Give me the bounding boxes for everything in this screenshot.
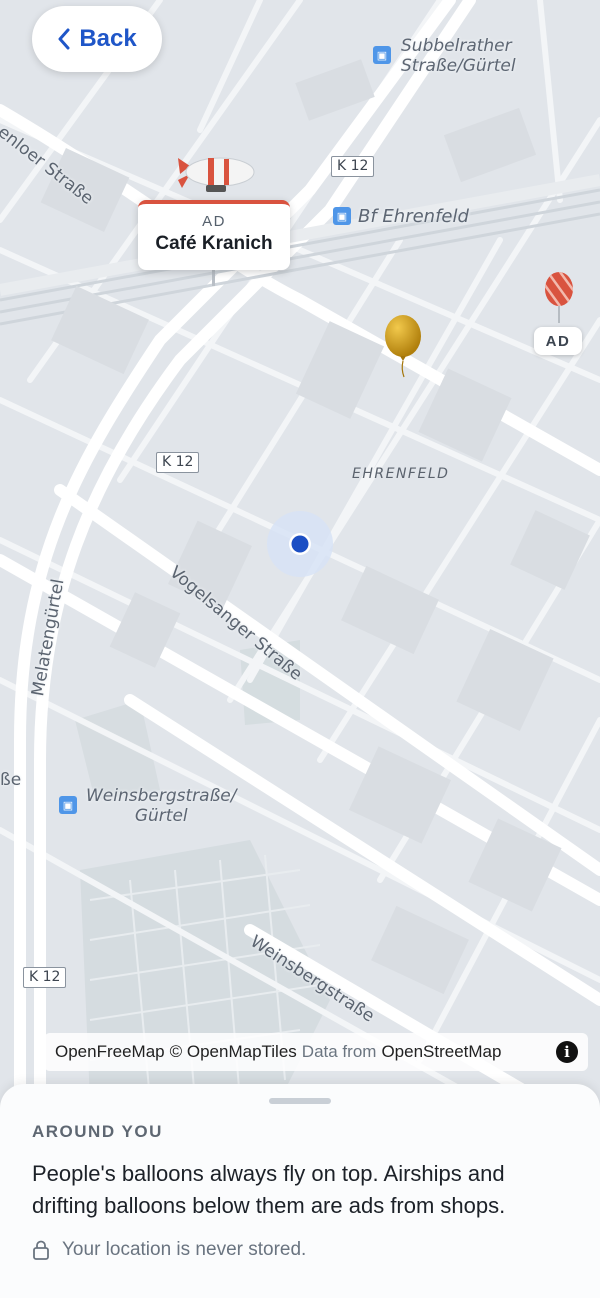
bus-icon: ▣ bbox=[333, 207, 351, 225]
back-label: Back bbox=[79, 25, 137, 52]
ad-shop-name: Café Kranich bbox=[155, 233, 273, 254]
road-shield: K 12 bbox=[156, 452, 200, 473]
station-label-weinsberg: Weinsbergstraße/ Gürtel bbox=[86, 786, 237, 826]
info-icon[interactable]: i bbox=[556, 1041, 578, 1063]
privacy-note-text: Your location is never stored. bbox=[62, 1239, 307, 1260]
attribution-data-from: Data from bbox=[301, 1042, 377, 1061]
sheet-handle[interactable] bbox=[269, 1098, 331, 1104]
ad-badge[interactable]: AD bbox=[534, 327, 582, 355]
attribution-copyright[interactable]: © OpenMapTiles bbox=[170, 1042, 297, 1062]
balloon-icon[interactable] bbox=[383, 314, 423, 378]
district-label: EHRENFELD bbox=[352, 466, 450, 482]
road-shield: K 12 bbox=[23, 967, 67, 988]
road-shield: K 12 bbox=[331, 156, 375, 177]
ad-card-cafe-kranich[interactable]: AD Café Kranich bbox=[138, 200, 290, 270]
ad-tag: AD bbox=[202, 213, 226, 230]
bus-icon: ▣ bbox=[373, 46, 391, 64]
sheet-heading: AROUND YOU bbox=[32, 1122, 163, 1141]
user-location-icon bbox=[267, 511, 333, 577]
lock-icon bbox=[33, 1240, 49, 1260]
bottom-sheet: AROUND YOU People's balloons always fly … bbox=[0, 1084, 600, 1298]
balloon-icon[interactable] bbox=[543, 271, 575, 325]
airship-icon[interactable] bbox=[176, 152, 256, 196]
map-attribution: OpenFreeMap © OpenMapTiles Data from Ope… bbox=[44, 1033, 588, 1071]
street-label-edge: ße bbox=[0, 770, 22, 790]
station-label-subbelrather: Subbelrather Straße/Gürtel bbox=[401, 36, 516, 76]
attribution-osm[interactable]: OpenStreetMap bbox=[381, 1042, 501, 1062]
sheet-body: People's balloons always fly on top. Air… bbox=[32, 1161, 506, 1218]
privacy-note: Your location is never stored. bbox=[32, 1239, 306, 1261]
chevron-left-icon bbox=[58, 28, 70, 50]
bus-icon: ▣ bbox=[59, 796, 77, 814]
back-button[interactable]: Back bbox=[32, 6, 162, 72]
station-label-bf-ehrenfeld: Bf Ehrenfeld bbox=[358, 206, 469, 227]
map-view[interactable]: ▣ Subbelrather Straße/Gürtel ▣ Bf Ehrenf… bbox=[0, 0, 600, 1100]
attribution-openfreemap[interactable]: OpenFreeMap bbox=[55, 1042, 165, 1062]
